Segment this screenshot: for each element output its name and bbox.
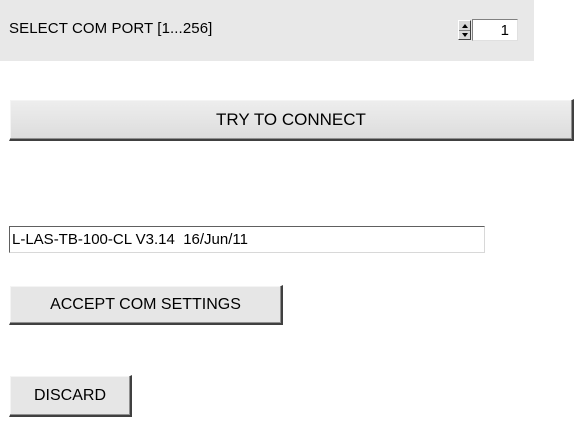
- spin-down-button[interactable]: [459, 30, 470, 39]
- try-to-connect-button[interactable]: TRY TO CONNECT: [9, 99, 574, 141]
- arrow-down-icon: [461, 32, 468, 37]
- com-port-label: SELECT COM PORT [1...256]: [9, 20, 213, 37]
- com-port-group: SELECT COM PORT [1...256] 1: [0, 0, 534, 61]
- com-port-spinner[interactable]: [458, 20, 471, 40]
- com-settings-panel: SELECT COM PORT [1...256] 1 TRY TO CONNE…: [0, 0, 576, 423]
- discard-button[interactable]: DISCARD: [9, 375, 132, 417]
- arrow-up-icon: [461, 23, 468, 28]
- accept-com-settings-button[interactable]: ACCEPT COM SETTINGS: [9, 285, 283, 325]
- com-port-input[interactable]: 1: [472, 19, 518, 41]
- firmware-version-field: L-LAS-TB-100-CL V3.14 16/Jun/11: [9, 226, 485, 253]
